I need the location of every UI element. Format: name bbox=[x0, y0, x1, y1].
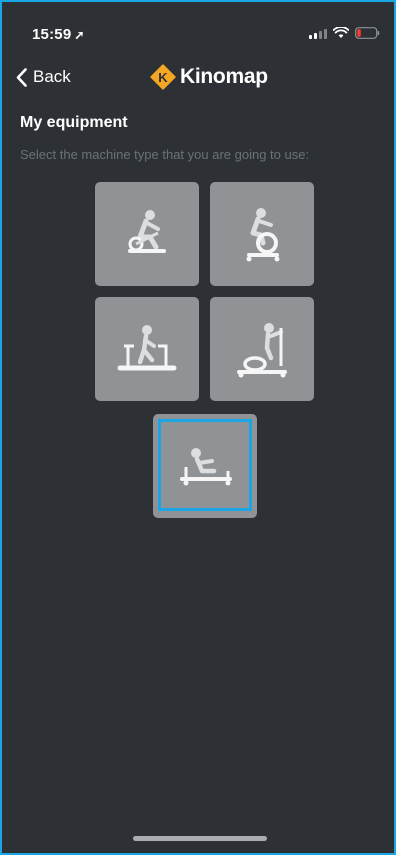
home-indicator[interactable] bbox=[133, 836, 267, 841]
page-title: My equipment bbox=[20, 114, 128, 131]
back-label: Back bbox=[33, 67, 71, 86]
status-time: 15:59 ➚ bbox=[32, 26, 85, 43]
elliptical-icon bbox=[237, 323, 287, 378]
back-button[interactable]: Back bbox=[16, 67, 71, 87]
app-screen: 15:59 ➚ Back K Kinomap My equipment Sele… bbox=[0, 0, 396, 855]
home-trainer-icon bbox=[246, 208, 280, 262]
kinomap-badge-icon: K bbox=[150, 64, 176, 90]
machine-tile-treadmill[interactable] bbox=[95, 297, 199, 401]
machine-tile-rower[interactable] bbox=[153, 414, 257, 518]
machine-tile-bike[interactable] bbox=[95, 182, 199, 286]
chevron-left-icon bbox=[16, 67, 27, 87]
page-subtitle: Select the machine type that you are goi… bbox=[20, 147, 310, 162]
kinomap-logo: K Kinomap bbox=[150, 64, 268, 90]
machine-tile-home-trainer[interactable] bbox=[210, 182, 314, 286]
navigation-bar: Back K Kinomap bbox=[2, 57, 394, 101]
machine-tile-elliptical[interactable] bbox=[210, 297, 314, 401]
brand-name: Kinomap bbox=[180, 65, 268, 88]
wifi-icon bbox=[333, 27, 349, 39]
location-icon: ➚ bbox=[74, 28, 85, 42]
status-bar: 15:59 ➚ bbox=[2, 2, 394, 52]
rower-icon bbox=[180, 448, 232, 486]
badge-letter: K bbox=[158, 70, 168, 85]
cellular-signal-icon bbox=[309, 28, 327, 39]
treadmill-icon bbox=[117, 325, 177, 371]
battery-icon bbox=[355, 27, 380, 39]
bike-icon bbox=[128, 210, 166, 253]
clock: 15:59 bbox=[32, 26, 72, 43]
status-icons bbox=[309, 27, 380, 39]
